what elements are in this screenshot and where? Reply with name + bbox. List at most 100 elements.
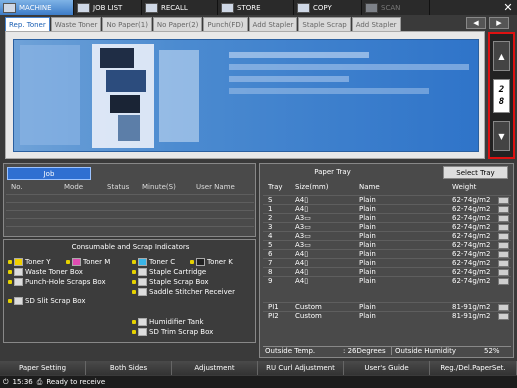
toner-m-indicator: Toner M [66,258,110,266]
tray-size-cell: A3▭ [295,214,311,222]
both-sides-button[interactable]: Both Sides [86,361,172,375]
paper-level-icon [498,215,509,222]
tray-size-cell: A4▯ [295,268,309,276]
table-row[interactable] [6,202,254,210]
job-table-header: No. Mode Status Minute(S) User Name [11,183,235,191]
tab-punch-fd[interactable]: Punch(FD) [203,17,248,31]
indicator-tabs: Rep. Toner Waste Toner No Paper(1) No Pa… [5,17,401,31]
nav-copy[interactable]: COPY [294,0,362,15]
table-row[interactable]: S A4▯ Plain 62-74g/m2 [263,195,511,204]
tray-name-cell: Plain [359,312,376,320]
scan-icon [365,2,378,13]
page-indicator: 2 8 [493,79,510,113]
staple-scrap-icon [138,278,147,286]
table-row[interactable]: 1 A4▯ Plain 62-74g/m2 [263,204,511,213]
table-row[interactable] [6,194,254,202]
tab-add-stapler-2[interactable]: Add Stapler [351,17,401,31]
tab-no-paper-2[interactable]: No Paper(2) [152,17,203,31]
nav-scan[interactable]: SCAN [362,0,430,15]
tray-tray-cell: 9 [268,277,273,285]
toner-y-indicator: Toner Y [8,258,51,266]
page-control: ▲ 2 8 ▼ [488,32,515,159]
tab-job[interactable]: Job [7,167,91,180]
table-row[interactable]: 6 A4▯ Plain 62-74g/m2 [263,249,511,258]
reg-del-paperset-button[interactable]: Reg./Del.PaperSet. [430,361,517,375]
tray-weight-cell: 62-74g/m2 [452,268,491,276]
nav-store[interactable]: STORE [218,0,294,15]
table-row[interactable]: 2 A3▭ Plain 62-74g/m2 [263,213,511,222]
waste-toner-indicator: Waste Toner Box [8,268,83,276]
table-row[interactable]: 7 A4▯ Plain 62-74g/m2 [263,258,511,267]
job-table [6,194,254,234]
tray-name-cell: Plain [359,277,376,285]
tab-scroll-left-icon[interactable]: ◀ [466,17,486,29]
copy-icon [297,2,310,13]
status-leaf-icon [190,260,194,264]
toner-m-icon [72,258,81,266]
page-down-icon[interactable]: ▼ [493,121,510,151]
table-row[interactable]: 9 A4▯ Plain 62-74g/m2 [263,276,511,285]
tab-no-paper-1[interactable]: No Paper(1) [102,17,152,31]
job-list-icon [77,2,90,13]
tray-size-cell: A4▯ [295,205,309,213]
table-row[interactable]: PI1 Custom Plain 81-91g/m2 [263,302,511,311]
tab-waste-toner[interactable]: Waste Toner [50,17,102,31]
tab-rep-toner[interactable]: Rep. Toner [5,17,50,31]
table-row[interactable] [6,218,254,226]
tray-tray-cell: 5 [268,241,273,249]
table-row[interactable] [6,210,254,218]
paper-tray-title: Paper Tray [314,168,351,176]
status-leaf-icon [8,280,12,284]
nav-recall[interactable]: RECALL [142,0,218,15]
tray-weight-cell: 62-74g/m2 [452,277,491,285]
tray-name-cell: Plain [359,241,376,249]
tray-name-cell: Plain [359,268,376,276]
status-message: Ready to receive [46,378,106,386]
status-leaf-icon [132,270,136,274]
environment-bar: Outside Temp. : 26Degrees Outside Humidi… [263,346,511,356]
consumables-panel: Consumable and Scrap Indicators Toner Y … [3,239,256,343]
tray-tray-cell: 2 [268,214,273,222]
paper-level-icon [498,304,509,311]
tray-size-cell: A3▭ [295,223,311,231]
tray-tray-cell: 7 [268,259,273,267]
paper-setting-button[interactable]: Paper Setting [0,361,86,375]
consumables-title: Consumable and Scrap Indicators [71,243,190,251]
paper-level-icon [498,233,509,240]
staple-cartridge-indicator: Staple Cartridge [132,268,206,276]
page-up-icon[interactable]: ▲ [493,41,510,71]
table-row[interactable]: PI2 Custom Plain 81-91g/m2 [263,311,511,320]
table-row[interactable] [6,226,254,234]
toner-y-icon [14,258,23,266]
tray-weight-cell: 62-74g/m2 [452,241,491,249]
adjustment-button[interactable]: Adjustment [172,361,258,375]
staple-cartridge-icon [138,268,147,276]
table-row[interactable]: 8 A4▯ Plain 62-74g/m2 [263,267,511,276]
status-leaf-icon [66,260,70,264]
top-navigation: MACHINE JOB LIST RECALL STORE COPY SCAN … [0,0,517,15]
table-row[interactable]: 4 A3▭ Plain 62-74g/m2 [263,231,511,240]
status-leaf-icon [132,330,136,334]
select-tray-button[interactable]: Select Tray [443,166,508,179]
users-guide-button[interactable]: User's Guide [344,361,430,375]
tab-scroll-right-icon[interactable]: ▶ [489,17,509,29]
tab-staple-scrap[interactable]: Staple Scrap [298,17,351,31]
tray-table-header: Tray Size(mm) Name Weight [268,183,477,191]
job-panel: Job No. Mode Status Minute(S) User Name [3,163,256,237]
status-leaf-icon [8,260,12,264]
nav-machine[interactable]: MACHINE [0,0,74,15]
nav-job-list[interactable]: JOB LIST [74,0,142,15]
table-row[interactable]: 5 A3▭ Plain 62-74g/m2 [263,240,511,249]
tray-size-cell: Custom [295,312,322,320]
tab-add-stapler[interactable]: Add Stapler [248,17,298,31]
close-icon[interactable]: ✕ [499,0,517,15]
paper-level-icon [498,278,509,285]
toner-k-indicator: Toner K [190,258,233,266]
ru-curl-adjustment-button[interactable]: RU Curl Adjustment [258,361,344,375]
recall-icon [145,2,158,13]
tray-weight-cell: 62-74g/m2 [452,250,491,258]
table-row[interactable]: 3 A3▭ Plain 62-74g/m2 [263,222,511,231]
status-time: 15:36 [12,378,33,386]
tray-weight-cell: 81-91g/m2 [452,312,491,320]
status-leaf-icon [132,260,136,264]
